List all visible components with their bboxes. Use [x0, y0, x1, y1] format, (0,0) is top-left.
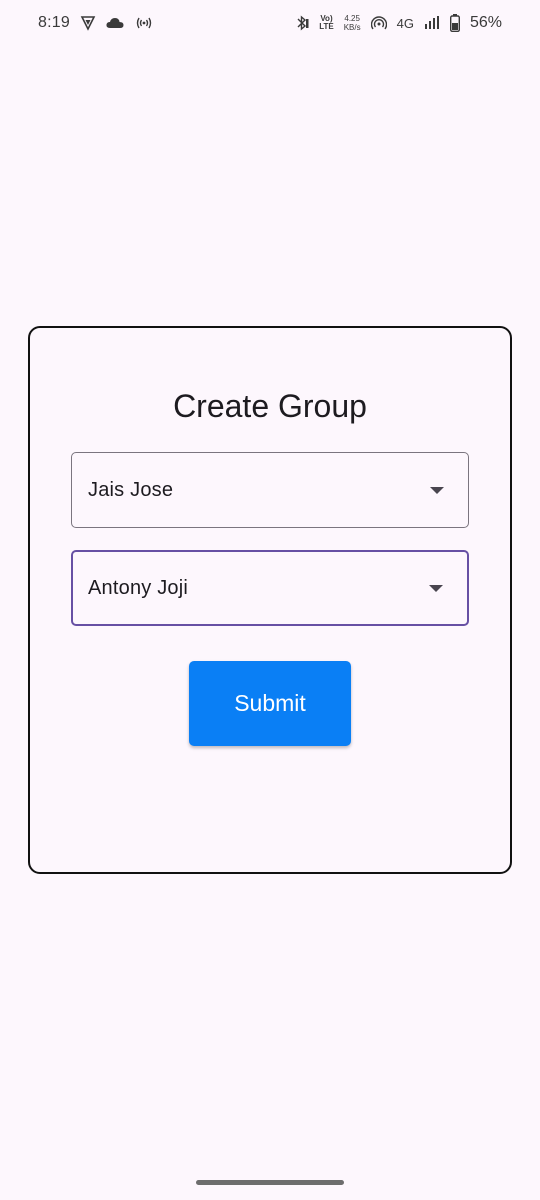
home-indicator[interactable]: [196, 1180, 344, 1185]
network-speed-unit: KB/s: [343, 23, 361, 32]
volte-indicator: Vo) LTE: [319, 15, 334, 31]
member-two-value: Antony Joji: [88, 576, 189, 599]
screen: 8:19 Vo) LTE 4.25 KB/s 4G 56% Create Gro…: [0, 0, 540, 1200]
network-speed: 4.25 KB/s: [344, 14, 361, 32]
status-bar: 8:19 Vo) LTE 4.25 KB/s 4G 56%: [0, 0, 540, 46]
dropdown-arrow-icon: [430, 486, 444, 494]
hotspot-broadcast-icon: [134, 14, 154, 32]
hotspot-icon: [370, 14, 387, 32]
page-title: Create Group: [173, 388, 367, 424]
status-bar-right: Vo) LTE 4.25 KB/s 4G 56%: [295, 14, 502, 32]
battery-icon: [449, 14, 460, 32]
bluetooth-icon: [295, 14, 309, 32]
clock: 8:19: [38, 14, 70, 31]
member-one-value: Jais Jose: [88, 478, 174, 501]
dropdown-arrow-icon: [429, 584, 443, 592]
member-one-dropdown[interactable]: Jais Jose: [71, 452, 469, 528]
member-two-dropdown[interactable]: Antony Joji: [71, 550, 469, 626]
battery-percent: 56%: [469, 14, 502, 31]
volte-bottom-text: LTE: [319, 22, 334, 31]
cloud-icon: [106, 14, 124, 32]
network-speed-value: 4.25: [344, 14, 360, 23]
vpn-shield-icon: [80, 14, 96, 32]
status-bar-left: 8:19: [38, 14, 154, 32]
signal-strength-icon: [424, 14, 440, 32]
submit-button[interactable]: Submit: [189, 661, 351, 746]
network-type: 4G: [396, 15, 414, 31]
